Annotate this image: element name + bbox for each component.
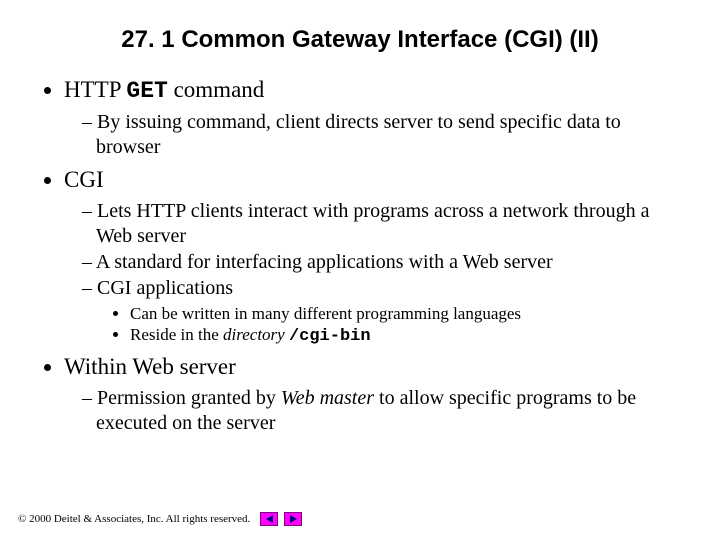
code-get: GET: [126, 78, 167, 104]
bullet-cgi: CGI Lets HTTP clients interact with prog…: [64, 166, 684, 347]
bullet-web-server: Within Web server Permission granted by …: [64, 353, 684, 436]
prev-slide-button[interactable]: [260, 512, 278, 526]
sub-bullet: Lets HTTP clients interact with programs…: [82, 199, 684, 249]
text: CGI: [64, 167, 104, 192]
text: command: [168, 77, 264, 102]
bullet-http-get: HTTP GET command By issuing command, cli…: [64, 76, 684, 160]
sub-sub-bullet: Reside in the directory /cgi-bin: [130, 324, 684, 347]
sub-bullet: Permission granted by Web master to allo…: [82, 386, 684, 436]
copyright-text: © 2000 Deitel & Associates, Inc. All rig…: [18, 513, 250, 525]
text: Within Web server: [64, 354, 236, 379]
sub-bullet: By issuing command, client directs serve…: [82, 110, 684, 160]
text: HTTP: [64, 77, 126, 102]
text: CGI applications: [97, 277, 233, 299]
text: Permission granted by: [97, 387, 281, 409]
arrow-left-icon: [266, 515, 273, 523]
sub-bullet: A standard for interfacing applications …: [82, 250, 684, 275]
nav-buttons: [260, 512, 302, 526]
arrow-right-icon: [290, 515, 297, 523]
sub-bullet: CGI applications Can be written in many …: [82, 276, 684, 348]
sub-sub-bullet: Can be written in many different program…: [130, 303, 684, 324]
text-italic: Web master: [281, 387, 374, 409]
slide-title: 27. 1 Common Gateway Interface (CGI) (II…: [36, 26, 684, 54]
code-cgi-bin: /cgi-bin: [289, 327, 371, 346]
footer: © 2000 Deitel & Associates, Inc. All rig…: [18, 512, 302, 526]
text-italic: directory: [223, 325, 289, 344]
text: Reside in the: [130, 325, 223, 344]
bullet-list: HTTP GET command By issuing command, cli…: [36, 76, 684, 436]
next-slide-button[interactable]: [284, 512, 302, 526]
